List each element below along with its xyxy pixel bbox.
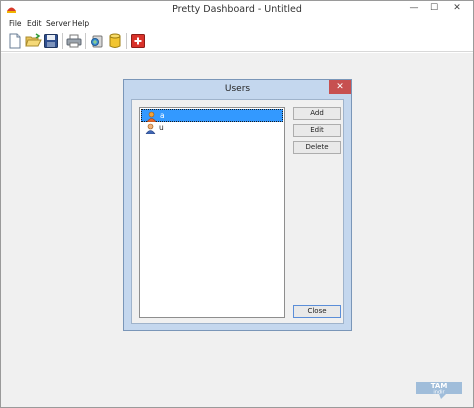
toolbar-separator [62, 33, 63, 49]
database-button[interactable] [106, 32, 124, 50]
list-item[interactable]: u [141, 122, 283, 135]
add-item-button[interactable] [129, 32, 147, 50]
window-close-button[interactable]: ✕ [444, 1, 470, 16]
menu-help[interactable]: Help [72, 19, 89, 28]
list-item-label: a [160, 111, 165, 120]
list-item[interactable]: a [141, 109, 283, 122]
toolbar-separator [85, 33, 86, 49]
menu-file[interactable]: File [9, 19, 22, 28]
watermark-logo-icon: TAM indir [416, 382, 462, 399]
new-button[interactable] [6, 32, 24, 50]
app-window: Pretty Dashboard - Untitled — ☐ ✕ File E… [0, 0, 474, 408]
delete-user-button[interactable]: Delete [293, 141, 341, 154]
toolbar [1, 30, 473, 52]
title-bar[interactable]: Pretty Dashboard - Untitled — ☐ ✕ [1, 1, 473, 18]
window-title: Pretty Dashboard - Untitled [172, 4, 302, 15]
users-dialog: Users ✕ a u Add Edit Delete Close [123, 79, 352, 331]
menu-edit[interactable]: Edit [27, 19, 42, 28]
user-list[interactable]: a u [139, 107, 285, 318]
dialog-body: a u Add Edit Delete Close [131, 99, 344, 324]
server-button[interactable] [88, 32, 106, 50]
save-disk-icon [44, 34, 58, 48]
dialog-title: Users [224, 84, 251, 94]
minimize-button[interactable]: — [404, 1, 424, 16]
menu-server[interactable]: Server [46, 19, 71, 28]
list-item-label: u [159, 123, 164, 132]
dialog-close-button[interactable]: ✕ [329, 80, 351, 94]
open-button[interactable] [24, 32, 42, 50]
watermark-line2: indir [433, 390, 445, 396]
edit-user-button[interactable]: Edit [293, 124, 341, 137]
user-admin-icon [146, 111, 157, 122]
menu-bar: File Edit Server Help [1, 18, 473, 30]
toolbar-separator [126, 33, 127, 49]
maximize-button[interactable]: ☐ [424, 1, 444, 16]
new-document-icon [9, 33, 21, 49]
user-icon [145, 123, 156, 134]
server-connect-icon [91, 35, 103, 48]
database-icon [109, 33, 121, 48]
close-dialog-button[interactable]: Close [293, 305, 341, 318]
add-red-icon [131, 34, 145, 48]
print-button[interactable] [65, 32, 83, 50]
open-folder-icon [25, 33, 42, 47]
print-icon [66, 34, 82, 48]
add-user-button[interactable]: Add [293, 107, 341, 120]
tamindir-watermark: TAM indir [413, 379, 465, 401]
save-button[interactable] [42, 32, 60, 50]
